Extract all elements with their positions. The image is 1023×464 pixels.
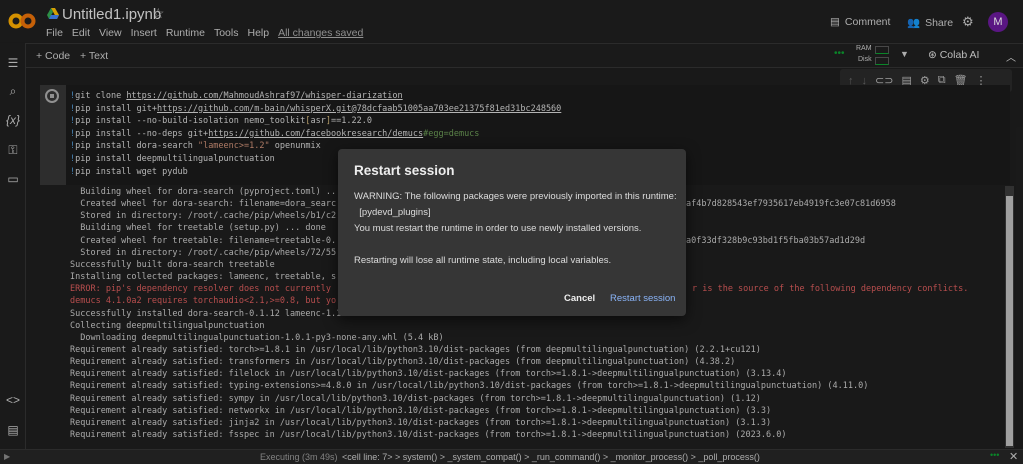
dialog-title: Restart session — [354, 163, 455, 178]
dialog-lose-state: Restarting will lose all runtime state, … — [354, 255, 612, 266]
dialog-warning: WARNING: The following packages were pre… — [354, 191, 677, 202]
cancel-button[interactable]: Cancel — [564, 293, 595, 304]
dialog-packages: [pydevd_plugins] — [354, 207, 431, 218]
dialog-must-restart: You must restart the runtime in order to… — [354, 223, 642, 234]
restart-session-button[interactable]: Restart session — [610, 293, 675, 304]
restart-session-dialog: Restart session WARNING: The following p… — [338, 149, 686, 316]
